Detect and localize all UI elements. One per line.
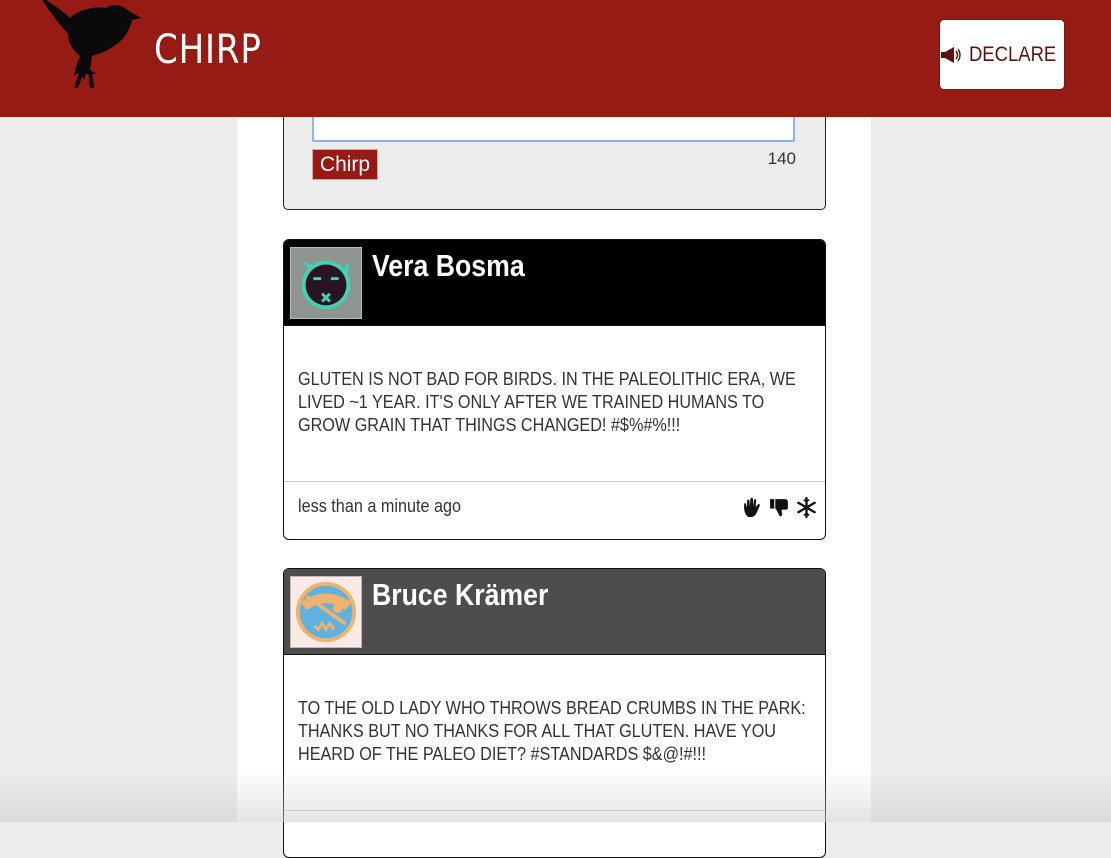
- post-footer: [284, 810, 825, 857]
- hand-icon[interactable]: [742, 497, 763, 518]
- declare-button[interactable]: DECLARE: [939, 19, 1065, 90]
- post-author[interactable]: Bruce Krämer: [372, 577, 548, 613]
- post-card: Bruce Krämer TO THE OLD LADY WHO THROWS …: [283, 568, 826, 858]
- chirp-button[interactable]: Chirp: [312, 149, 378, 180]
- post-footer: less than a minute ago: [284, 481, 825, 539]
- post-author[interactable]: Vera Bosma: [372, 248, 525, 284]
- teal-x-face-avatar-icon[interactable]: [290, 247, 362, 319]
- thumbs-down-icon[interactable]: [769, 497, 790, 518]
- post-actions: [742, 497, 817, 518]
- post-card: Vera Bosma GLUTEN IS NOT BAD FOR BIRDS. …: [283, 239, 826, 540]
- post-text: TO THE OLD LADY WHO THROWS BREAD CRUMBS …: [298, 698, 806, 764]
- app-header: CHIRP DECLARE: [0, 0, 1111, 117]
- post-header: Bruce Krämer: [284, 569, 825, 655]
- character-count: 140: [767, 149, 796, 168]
- post-header: Vera Bosma: [284, 240, 825, 326]
- bird-logo-icon[interactable]: [40, 0, 152, 92]
- app-name[interactable]: CHIRP: [154, 27, 262, 73]
- megaphone-icon: [941, 46, 962, 63]
- post-text: GLUTEN IS NOT BAD FOR BIRDS. IN THE PALE…: [298, 369, 796, 435]
- declare-label: DECLARE: [969, 42, 1057, 66]
- blue-pirate-face-avatar-icon[interactable]: [290, 576, 362, 648]
- snowflake-icon[interactable]: [796, 497, 817, 518]
- post-timestamp: less than a minute ago: [298, 496, 462, 516]
